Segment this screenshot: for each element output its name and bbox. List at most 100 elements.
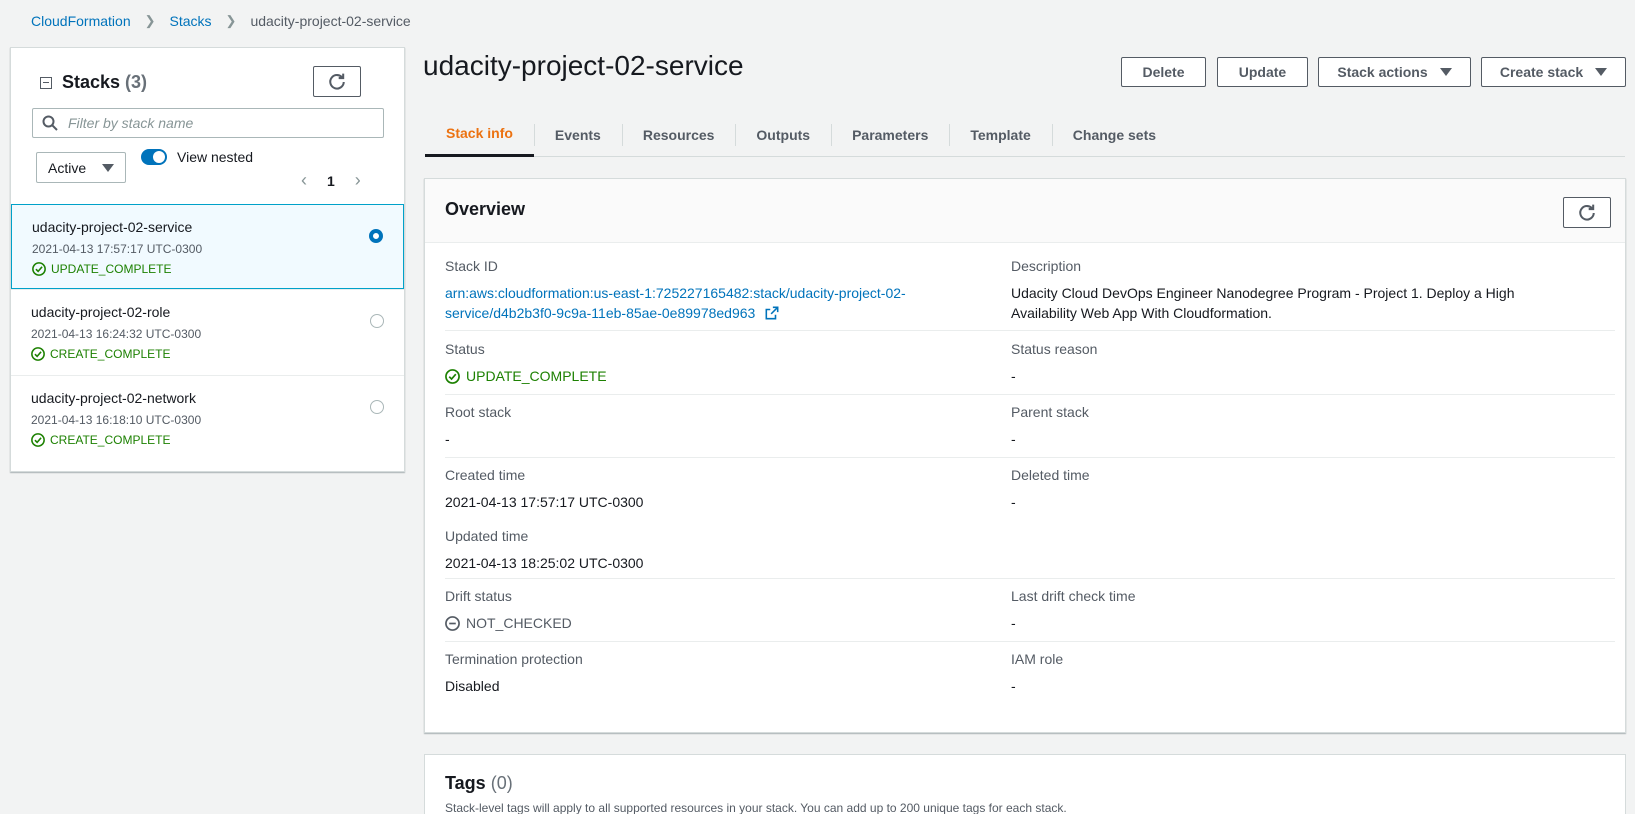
create-stack-button[interactable]: Create stack: [1481, 57, 1626, 87]
stack-time: 2021-04-13 16:24:32 UTC-0300: [31, 327, 202, 341]
pagination: ‹ 1 ›: [301, 170, 361, 191]
refresh-icon: [1579, 204, 1595, 221]
stacks-panel-header: Stacks (3): [40, 72, 147, 93]
created-time-label: Created time: [445, 467, 526, 483]
created-time-value: 2021-04-13 17:57:17 UTC-0300: [445, 494, 644, 510]
tab-change-sets[interactable]: Change sets: [1051, 112, 1177, 157]
overview-title: Overview: [445, 199, 526, 219]
success-icon: [445, 368, 460, 384]
stack-status-text: UPDATE_COMPLETE: [51, 262, 172, 276]
stack-status: CREATE_COMPLETE: [31, 347, 404, 361]
termination-protection-value: Disabled: [445, 678, 500, 694]
status-label: Status: [445, 341, 485, 357]
caret-down-icon: [1595, 68, 1608, 76]
stack-id-label: Stack ID: [445, 258, 498, 274]
last-drift-check-value: -: [1011, 615, 1016, 631]
view-nested-label: View nested: [177, 149, 254, 165]
refresh-stacks-button[interactable]: [313, 66, 361, 97]
deleted-time-value: -: [1011, 494, 1016, 510]
view-nested-toggle[interactable]: View nested: [141, 149, 253, 165]
parent-stack-value: -: [1011, 431, 1016, 447]
stack-name: udacity-project-02-network: [31, 390, 196, 406]
tab-resources[interactable]: Resources: [621, 112, 736, 157]
delete-button[interactable]: Delete: [1121, 57, 1206, 87]
breadcrumb-cloudformation-link[interactable]: CloudFormation: [31, 13, 131, 29]
status-reason-value: -: [1011, 368, 1016, 384]
stack-time: 2021-04-13 16:18:10 UTC-0300: [31, 413, 202, 427]
tags-count: (0): [490, 773, 513, 793]
refresh-icon: [329, 73, 345, 90]
success-icon: [31, 433, 45, 447]
overview-row: Termination protection Disabled IAM role…: [445, 642, 1615, 712]
tab-parameters[interactable]: Parameters: [831, 112, 949, 157]
stack-actions-button[interactable]: Stack actions: [1318, 57, 1471, 87]
stack-id-link[interactable]: arn:aws:cloudformation:us-east-1:7252271…: [445, 283, 906, 323]
stack-status: UPDATE_COMPLETE: [32, 262, 403, 276]
updated-time-label: Updated time: [445, 528, 529, 544]
chevron-right-icon: ❯: [144, 13, 156, 28]
description-label: Description: [1011, 258, 1082, 274]
overview-row: Status UPDATE_COMPLETE Status reason -: [445, 331, 1615, 395]
stack-search-input[interactable]: [68, 115, 368, 131]
caret-down-icon: [102, 163, 114, 172]
breadcrumb-stacks-link[interactable]: Stacks: [170, 13, 212, 29]
stack-list-item[interactable]: udacity-project-02-role 2021-04-13 16:24…: [11, 289, 404, 374]
description-value: Udacity Cloud DevOps Engineer Nanodegree…: [1011, 285, 1515, 321]
overview-row: Root stack - Parent stack -: [445, 395, 1615, 458]
update-button[interactable]: Update: [1217, 57, 1308, 87]
toggle-switch[interactable]: [141, 149, 167, 165]
tab-template[interactable]: Template: [949, 112, 1051, 157]
overview-row: Drift status NOT_CHECKED Last drift chec…: [445, 579, 1615, 642]
drift-status-value: NOT_CHECKED: [445, 613, 572, 633]
search-icon: [42, 115, 58, 131]
tab-events[interactable]: Events: [533, 112, 622, 157]
chevron-left-icon[interactable]: ‹: [301, 170, 307, 191]
stack-list-item[interactable]: udacity-project-02-service 2021-04-13 17…: [11, 204, 404, 289]
status-reason-label: Status reason: [1011, 341, 1098, 357]
overview-header: Overview: [425, 179, 1625, 243]
updated-time-value: 2021-04-13 18:25:02 UTC-0300: [445, 555, 644, 571]
stack-status: CREATE_COMPLETE: [31, 433, 404, 447]
chevron-right-icon[interactable]: ›: [355, 170, 361, 191]
overview-row: Stack ID arn:aws:cloudformation:us-east-…: [445, 244, 1615, 331]
stack-name: udacity-project-02-service: [32, 219, 193, 235]
deleted-time-label: Deleted time: [1011, 467, 1090, 483]
caret-down-icon: [1439, 68, 1452, 76]
stack-actions-label: Stack actions: [1337, 64, 1428, 80]
breadcrumb: CloudFormation ❯ Stacks ❯ udacity-projec…: [31, 13, 411, 29]
stack-name: udacity-project-02-role: [31, 304, 171, 320]
status-filter-value: Active: [48, 159, 87, 176]
stack-status-text: CREATE_COMPLETE: [50, 347, 171, 361]
stacks-count: (3): [125, 72, 148, 92]
breadcrumb-current: udacity-project-02-service: [250, 13, 411, 29]
page-title: udacity-project-02-service: [423, 50, 744, 81]
stack-search[interactable]: [32, 108, 384, 138]
iam-role-label: IAM role: [1011, 651, 1064, 667]
stack-tabs: Stack info Events Resources Outputs Para…: [425, 112, 1625, 157]
collapse-icon[interactable]: [40, 76, 52, 89]
tags-description: Stack-level tags will apply to all suppo…: [445, 801, 1067, 814]
stacks-panel: Stacks (3) Active View nested ‹ 1 › udac…: [10, 47, 405, 472]
tab-outputs[interactable]: Outputs: [735, 112, 831, 157]
stack-radio[interactable]: [369, 229, 383, 243]
stack-radio[interactable]: [370, 314, 384, 328]
status-filter-select[interactable]: Active: [36, 152, 126, 183]
status-value: UPDATE_COMPLETE: [445, 366, 607, 386]
stack-time: 2021-04-13 17:57:17 UTC-0300: [32, 242, 203, 256]
stacks-panel-title: Stacks: [62, 72, 121, 92]
page-number[interactable]: 1: [327, 173, 335, 189]
parent-stack-label: Parent stack: [1011, 404, 1089, 420]
success-icon: [31, 347, 45, 361]
not-checked-icon: [445, 615, 460, 631]
iam-role-value: -: [1011, 678, 1016, 694]
overview-panel: Overview Stack ID arn:aws:cloudformation…: [424, 178, 1626, 733]
tags-panel: Tags (0) Stack-level tags will apply to …: [424, 754, 1626, 814]
tab-stack-info[interactable]: Stack info: [425, 112, 534, 157]
refresh-overview-button[interactable]: [1563, 197, 1611, 228]
tags-title: Tags (0): [445, 773, 513, 793]
stack-list-item[interactable]: udacity-project-02-network 2021-04-13 16…: [11, 375, 404, 460]
drift-status-label: Drift status: [445, 588, 512, 604]
stack-radio[interactable]: [370, 400, 384, 414]
root-stack-label: Root stack: [445, 404, 512, 420]
create-stack-label: Create stack: [1499, 64, 1584, 80]
